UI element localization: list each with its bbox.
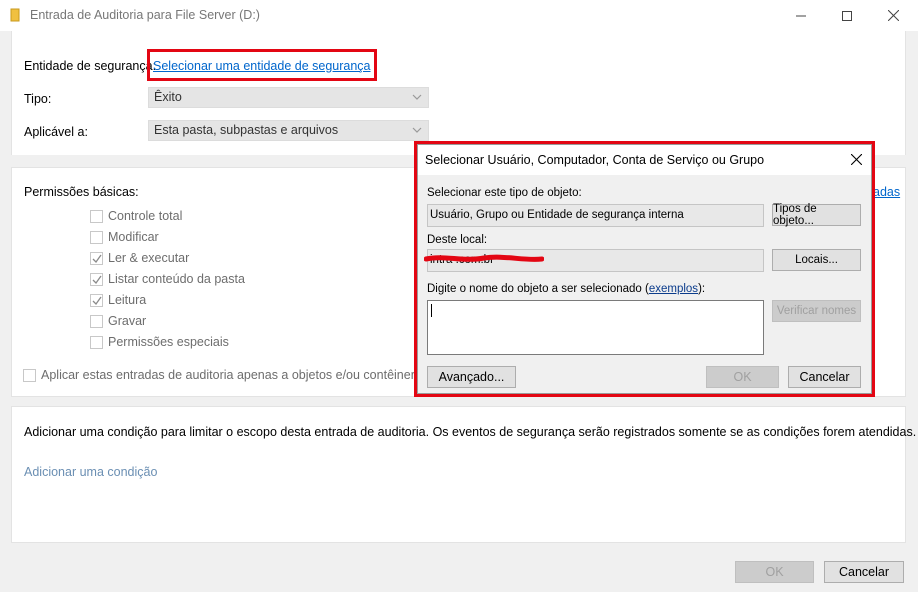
maximize-icon [842,10,852,21]
applies-to-label: Aplicável a: [24,125,88,139]
checkbox[interactable] [23,368,36,382]
checkbox[interactable] [90,209,103,223]
checkmark-icon [92,296,102,305]
checkmark-icon [92,275,102,284]
checkbox-checked[interactable] [90,251,103,265]
folder-icon [10,8,20,22]
principal-panel: Entidade de segurança: Selecionar uma en… [11,31,906,155]
principal-label: Entidade de segurança: [24,59,157,73]
type-select-value: Êxito [154,90,182,104]
ok-button[interactable]: OK [735,561,814,583]
checkbox[interactable] [90,314,103,328]
permission-read[interactable]: Leitura [90,291,146,309]
checkbox[interactable] [90,230,103,244]
checkbox[interactable] [90,335,103,349]
condition-panel: Adicionar uma condição para limitar o es… [11,406,916,543]
checkbox-checked[interactable] [90,293,103,307]
permission-modify[interactable]: Modificar [90,228,159,246]
minimize-button[interactable] [778,0,824,31]
permission-label: Controle total [108,209,183,223]
permission-label: Gravar [108,314,147,328]
show-advanced-link[interactable]: adas [873,185,900,199]
chevron-down-icon [412,127,422,133]
permission-label: Leitura [108,293,147,307]
permission-read-execute[interactable]: Ler & executar [90,249,189,267]
applies-to-select-value: Esta pasta, subpastas e arquivos [154,123,339,137]
permission-special[interactable]: Permissões especiais [90,333,229,351]
applies-to-select[interactable]: Esta pasta, subpastas e arquivos [148,120,429,141]
permission-label: Permissões especiais [108,335,229,349]
highlight-box-principal [147,49,377,81]
minimize-icon [796,15,806,16]
close-button[interactable] [870,0,916,31]
permission-full-control[interactable]: Controle total [90,207,182,225]
condition-description: Adicionar uma condição para limitar o es… [24,425,917,439]
permissions-heading: Permissões básicas: [24,185,139,199]
window-title: Entrada de Auditoria para File Server (D… [30,8,260,22]
maximize-button[interactable] [824,0,870,31]
permission-write[interactable]: Gravar [90,312,146,330]
chevron-down-icon [412,94,422,100]
apply-only-label: Aplicar estas entradas de auditoria apen… [41,368,446,382]
highlight-box-dialog [414,141,875,397]
add-condition-link[interactable]: Adicionar uma condição [24,465,157,479]
permission-label: Listar conteúdo da pasta [108,272,245,286]
checkbox-checked[interactable] [90,272,103,286]
checkmark-icon [92,254,102,263]
permission-label: Modificar [108,230,159,244]
cancel-button[interactable]: Cancelar [824,561,904,583]
type-label: Tipo: [24,92,52,106]
title-bar: Entrada de Auditoria para File Server (D… [0,0,918,31]
close-icon [887,10,899,21]
type-select[interactable]: Êxito [148,87,429,108]
apply-only-option[interactable]: Aplicar estas entradas de auditoria apen… [23,366,445,384]
permission-list-folder[interactable]: Listar conteúdo da pasta [90,270,245,288]
permission-label: Ler & executar [108,251,190,265]
